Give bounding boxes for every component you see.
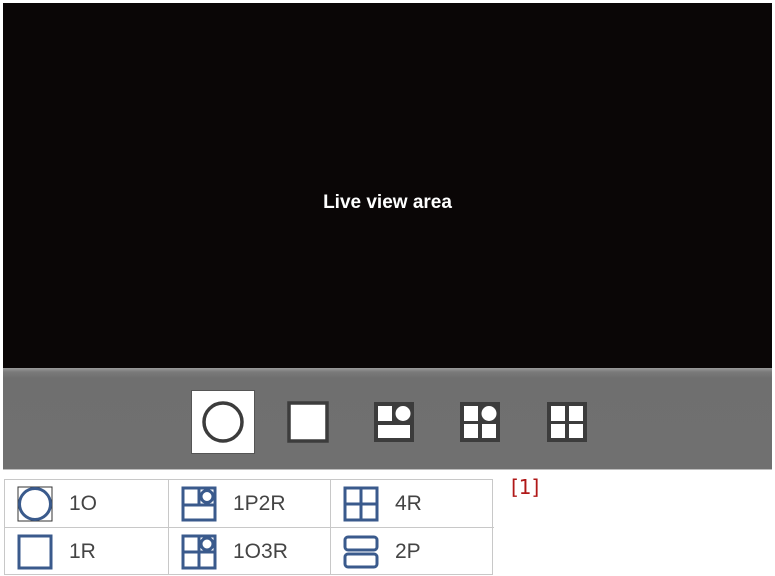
- legend-item-2p: 2P: [331, 528, 494, 575]
- square-1r-icon: [17, 534, 53, 570]
- legend-label: 2P: [395, 540, 421, 563]
- footnote-marker: [1]: [511, 475, 540, 499]
- legend-item-1p2r: 1P2R: [169, 480, 331, 528]
- circle-1o-icon: [202, 401, 244, 443]
- layout-1o3r-icon: [460, 402, 500, 442]
- live-view-area: Live view area: [3, 3, 772, 368]
- layout-1r-button[interactable]: [276, 390, 340, 454]
- layout-2p-icon: [343, 535, 379, 569]
- layout-4r-icon: [547, 402, 587, 442]
- legend-label: 1O: [69, 492, 98, 515]
- legend-item-4r: 4R: [331, 480, 494, 528]
- legend-label: 1P2R: [233, 492, 286, 515]
- layout-1o3r-icon: [181, 534, 217, 570]
- layout-1p2r-icon: [181, 486, 217, 522]
- circle-1o-icon: [17, 486, 53, 522]
- layout-1o-button[interactable]: [191, 390, 255, 454]
- legend-item-1r: 1R: [5, 528, 169, 575]
- layout-1p2r-button[interactable]: [362, 390, 426, 454]
- layout-1p2r-icon: [374, 402, 414, 442]
- legend-label: 1R: [69, 540, 96, 563]
- legend-label: 4R: [395, 492, 422, 515]
- square-1r-icon: [287, 401, 329, 443]
- layout-4r-icon: [343, 486, 379, 522]
- layout-1o3r-button[interactable]: [448, 390, 512, 454]
- layout-4r-button[interactable]: [535, 390, 599, 454]
- layout-legend-table: 1O 1P2R 4R 1R 1O3R 2P: [4, 479, 494, 575]
- view-layout-toolbar: [3, 368, 772, 470]
- legend-label: 1O3R: [233, 540, 288, 563]
- live-view-label: Live view area: [323, 191, 452, 213]
- legend-item-1o: 1O: [5, 480, 169, 528]
- legend-item-1o3r: 1O3R: [169, 528, 331, 575]
